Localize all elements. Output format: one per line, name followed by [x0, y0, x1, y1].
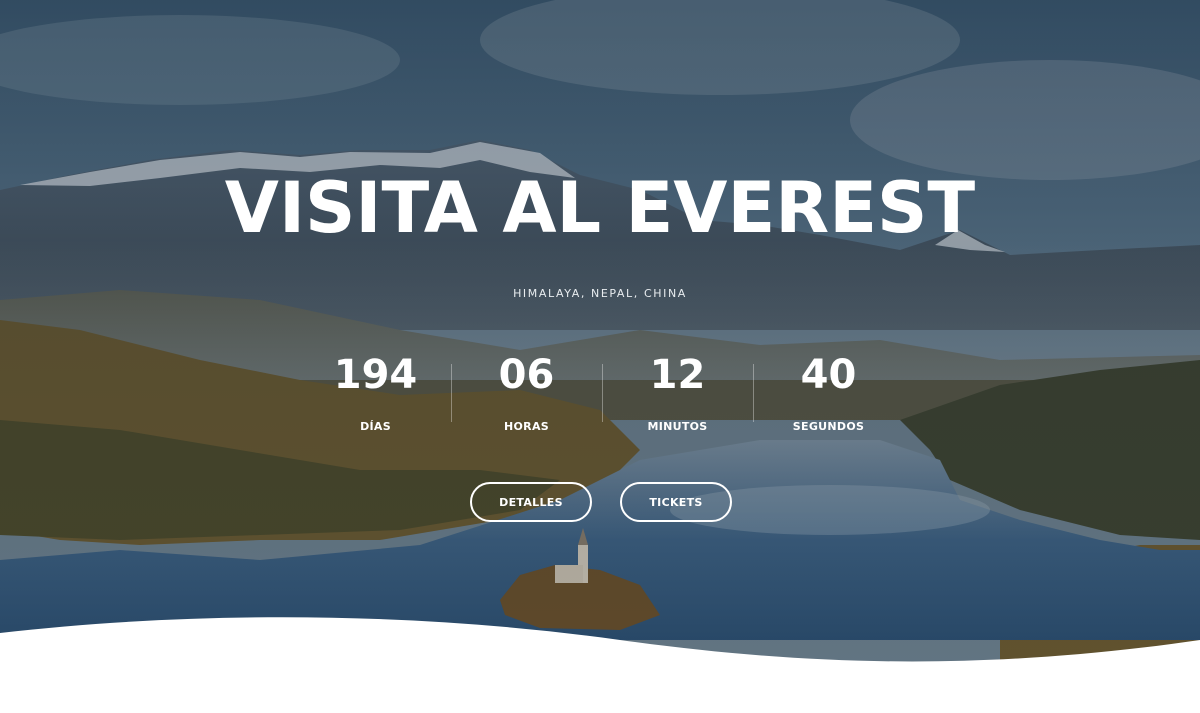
- countdown-seconds-label: SEGUNDOS: [792, 420, 865, 433]
- countdown-days-label: DÍAS: [360, 420, 391, 433]
- countdown-days-value: 194: [333, 352, 418, 398]
- countdown-hours: 06 HORAS: [451, 350, 602, 440]
- countdown-minutes-label: MINUTOS: [647, 420, 708, 433]
- hero-section: VISITA AL EVEREST HIMALAYA, NEPAL, CHINA…: [0, 0, 1200, 713]
- countdown-seconds: 40 SEGUNDOS: [753, 350, 904, 440]
- hero-actions: DETALLES TICKETS: [470, 482, 732, 522]
- details-button[interactable]: DETALLES: [470, 482, 592, 522]
- countdown-hours-value: 06: [498, 352, 555, 398]
- countdown-seconds-value: 40: [800, 352, 857, 398]
- countdown-timer: 194 DÍAS 06 HORAS 12 MINUTOS 40 SEGUNDOS: [300, 350, 904, 440]
- countdown-minutes: 12 MINUTOS: [602, 350, 753, 440]
- page-title: VISITA AL EVEREST: [224, 167, 976, 249]
- countdown-days: 194 DÍAS: [300, 350, 451, 440]
- tickets-button[interactable]: TICKETS: [620, 482, 732, 522]
- countdown-minutes-value: 12: [649, 352, 706, 398]
- countdown-hours-label: HORAS: [504, 420, 549, 433]
- hero-content: VISITA AL EVEREST HIMALAYA, NEPAL, CHINA…: [0, 0, 1200, 713]
- location-subtitle: HIMALAYA, NEPAL, CHINA: [513, 287, 687, 300]
